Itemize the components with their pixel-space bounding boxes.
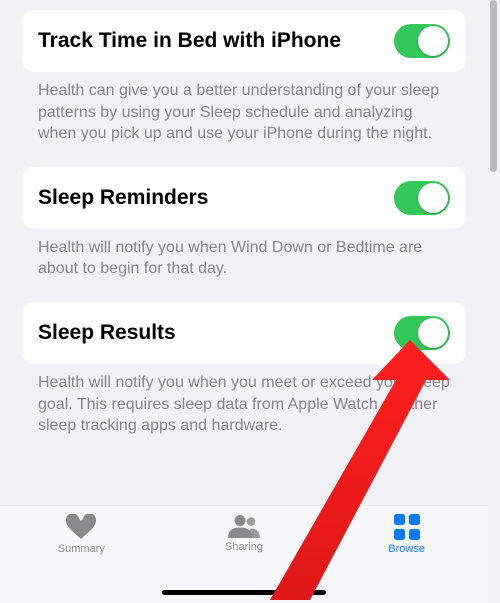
- settings-content: Track Time in Bed with iPhone Health can…: [0, 10, 488, 479]
- home-indicator[interactable]: [162, 590, 326, 595]
- tab-bar: Summary Sharing: [0, 505, 488, 603]
- sleep-results-title: Sleep Results: [38, 320, 176, 346]
- vertical-scrollbar[interactable]: [490, 0, 497, 172]
- track-time-description: Health can give you a better understandi…: [22, 72, 466, 167]
- tab-browse-label: Browse: [388, 543, 425, 555]
- sleep-results-toggle[interactable]: [394, 316, 450, 350]
- track-time-toggle[interactable]: [394, 24, 450, 58]
- sleep-results-card: Sleep Results: [22, 302, 466, 364]
- tab-sharing-label: Sharing: [225, 541, 263, 553]
- sleep-reminders-card: Sleep Reminders: [22, 167, 466, 229]
- people-icon: [227, 514, 261, 538]
- track-time-card: Track Time in Bed with iPhone: [22, 10, 466, 72]
- settings-scroll-area[interactable]: Track Time in Bed with iPhone Health can…: [0, 0, 488, 505]
- sleep-reminders-title: Sleep Reminders: [38, 185, 208, 211]
- toggle-thumb-icon: [418, 26, 448, 56]
- track-time-title: Track Time in Bed with iPhone: [38, 28, 341, 54]
- grid-icon: [394, 514, 420, 540]
- toggle-thumb-icon: [418, 318, 448, 348]
- toggle-thumb-icon: [418, 183, 448, 213]
- sleep-reminders-description: Health will notify you when Wind Down or…: [22, 229, 466, 302]
- tab-summary-label: Summary: [58, 543, 105, 555]
- heart-icon: [66, 514, 96, 540]
- sleep-results-description: Health will notify you when you meet or …: [22, 364, 466, 459]
- tab-summary[interactable]: Summary: [21, 514, 141, 555]
- tab-browse[interactable]: Browse: [347, 514, 467, 555]
- sleep-reminders-toggle[interactable]: [394, 181, 450, 215]
- tab-sharing[interactable]: Sharing: [184, 514, 304, 553]
